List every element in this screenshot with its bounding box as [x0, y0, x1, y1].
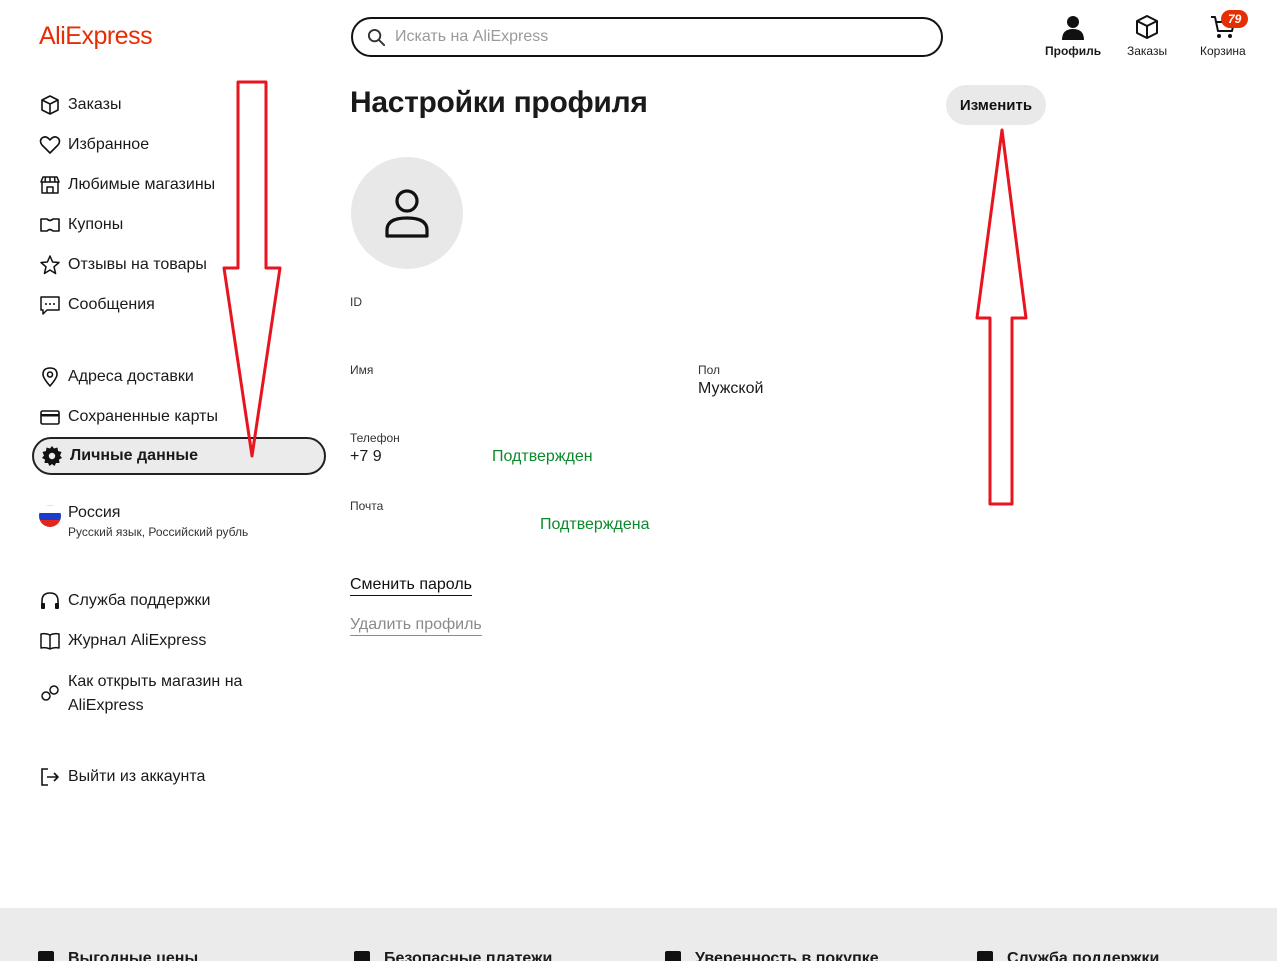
heart-icon: [39, 136, 61, 154]
email-status: Подтверждена: [540, 516, 650, 533]
region-subtitle: Русский язык, Российский рубль: [68, 525, 249, 539]
shield-icon: [665, 951, 681, 961]
name-label: Имя: [350, 363, 374, 377]
phone-label: Телефон: [350, 431, 400, 445]
annotation-arrow-up: [975, 128, 1028, 506]
sidebar-item-saved-cards[interactable]: Сохраненные карты: [32, 406, 326, 428]
id-label: ID: [350, 295, 362, 309]
gender-label: Пол: [698, 363, 721, 377]
search-bar[interactable]: [351, 17, 943, 57]
sidebar-item-label: Избранное: [68, 136, 150, 153]
sidebar-item-messages[interactable]: Сообщения: [32, 294, 326, 316]
sidebar-item-label: Личные данные: [70, 447, 198, 464]
chat-icon: [977, 951, 993, 961]
header-orders-label: Заказы: [1127, 44, 1168, 58]
box-icon: [1136, 15, 1159, 39]
search-icon: [367, 28, 386, 46]
footer-item-label: Служба поддержки: [1007, 950, 1160, 961]
sidebar-item-label: Заказы: [68, 96, 122, 113]
header-profile-button[interactable]: Профиль: [1045, 14, 1101, 58]
sidebar-item-label: Любимые магазины: [68, 176, 216, 193]
sidebar-item-coupons[interactable]: Купоны: [32, 214, 326, 236]
russia-flag-icon: [39, 505, 61, 527]
header-cart-button[interactable]: 79 Корзина: [1200, 10, 1249, 58]
footer-item-label: Безопасные платежи: [384, 950, 553, 961]
sidebar-item-label: Служба поддержки: [68, 592, 211, 609]
cart-count-badge: 79: [1221, 10, 1249, 28]
region-selector[interactable]: Россия Русский язык, Российский рубль: [32, 502, 326, 540]
sidebar-item-orders[interactable]: Заказы: [32, 94, 326, 116]
sidebar-item-support[interactable]: Служба поддержки: [32, 590, 326, 612]
sidebar-item-label: Отзывы на товары: [68, 256, 207, 273]
email-label: Почта: [350, 499, 384, 513]
footer-item-payments[interactable]: Безопасные платежи: [354, 950, 552, 961]
link-icon: [41, 685, 59, 701]
footer-item-confidence[interactable]: Уверенность в покупке: [665, 950, 879, 961]
page-title: Настройки профиля: [350, 86, 648, 119]
sidebar-item-journal[interactable]: Журнал AliExpress: [32, 630, 326, 652]
footer-item-support[interactable]: Служба поддержки: [977, 950, 1159, 961]
header-profile-label: Профиль: [1045, 44, 1102, 58]
region-title: Россия: [68, 504, 121, 521]
gear-icon: [42, 446, 62, 466]
edit-button[interactable]: Изменить: [946, 85, 1046, 125]
logout-icon: [41, 768, 59, 786]
sidebar-item-favorite-stores[interactable]: Любимые магазины: [32, 174, 326, 196]
card-icon: [40, 410, 60, 425]
sidebar-item-personal-data[interactable]: Личные данные: [32, 437, 326, 475]
store-icon: [40, 176, 60, 194]
footer-item-label: Выгодные цены: [68, 950, 199, 961]
sidebar-item-label: Сохраненные карты: [68, 408, 218, 425]
header-cart-label: Корзина: [1200, 44, 1246, 58]
sidebar-item-label: Выйти из аккаунта: [68, 768, 206, 785]
star-icon: [40, 255, 60, 275]
chat-icon: [40, 296, 60, 315]
change-password-link[interactable]: Сменить пароль: [350, 576, 473, 596]
coupon-icon: [40, 218, 60, 232]
header-orders-button[interactable]: Заказы: [1127, 14, 1167, 58]
user-icon: [1062, 16, 1085, 40]
headphones-icon: [41, 592, 59, 609]
aliexpress-logo[interactable]: AliExpress: [39, 22, 153, 51]
footer-item-label: Уверенность в покупке: [695, 950, 879, 961]
phone-status: Подтвержден: [492, 448, 593, 465]
sidebar-item-favorites[interactable]: Избранное: [32, 134, 326, 156]
sidebar-item-label: Как открыть магазин на AliExpress: [68, 673, 243, 714]
avatar[interactable]: [351, 157, 463, 269]
logout-button[interactable]: Выйти из аккаунта: [32, 766, 326, 788]
book-icon: [40, 632, 60, 650]
sidebar-item-label: Сообщения: [68, 296, 155, 313]
sidebar-item-label: Журнал AliExpress: [68, 632, 207, 649]
footer: Выгодные цены Безопасные платежи Уверенн…: [0, 908, 1277, 961]
user-icon: [385, 189, 429, 238]
sidebar-item-label: Адреса доставки: [68, 368, 194, 385]
gender-value: Мужской: [698, 380, 764, 397]
box-icon: [41, 95, 59, 115]
sidebar-item-label: Купоны: [68, 216, 124, 233]
location-pin-icon: [42, 367, 58, 387]
sidebar-item-open-store[interactable]: Как открыть магазин на AliExpress: [32, 670, 272, 718]
tag-icon: [38, 951, 54, 961]
sidebar-item-addresses[interactable]: Адреса доставки: [32, 366, 326, 388]
footer-item-prices[interactable]: Выгодные цены: [38, 950, 198, 961]
phone-value: +7 9: [350, 448, 382, 465]
lock-icon: [354, 951, 370, 961]
sidebar-item-reviews[interactable]: Отзывы на товары: [32, 254, 326, 276]
delete-profile-link[interactable]: Удалить профиль: [350, 616, 482, 636]
search-input[interactable]: [395, 28, 915, 46]
